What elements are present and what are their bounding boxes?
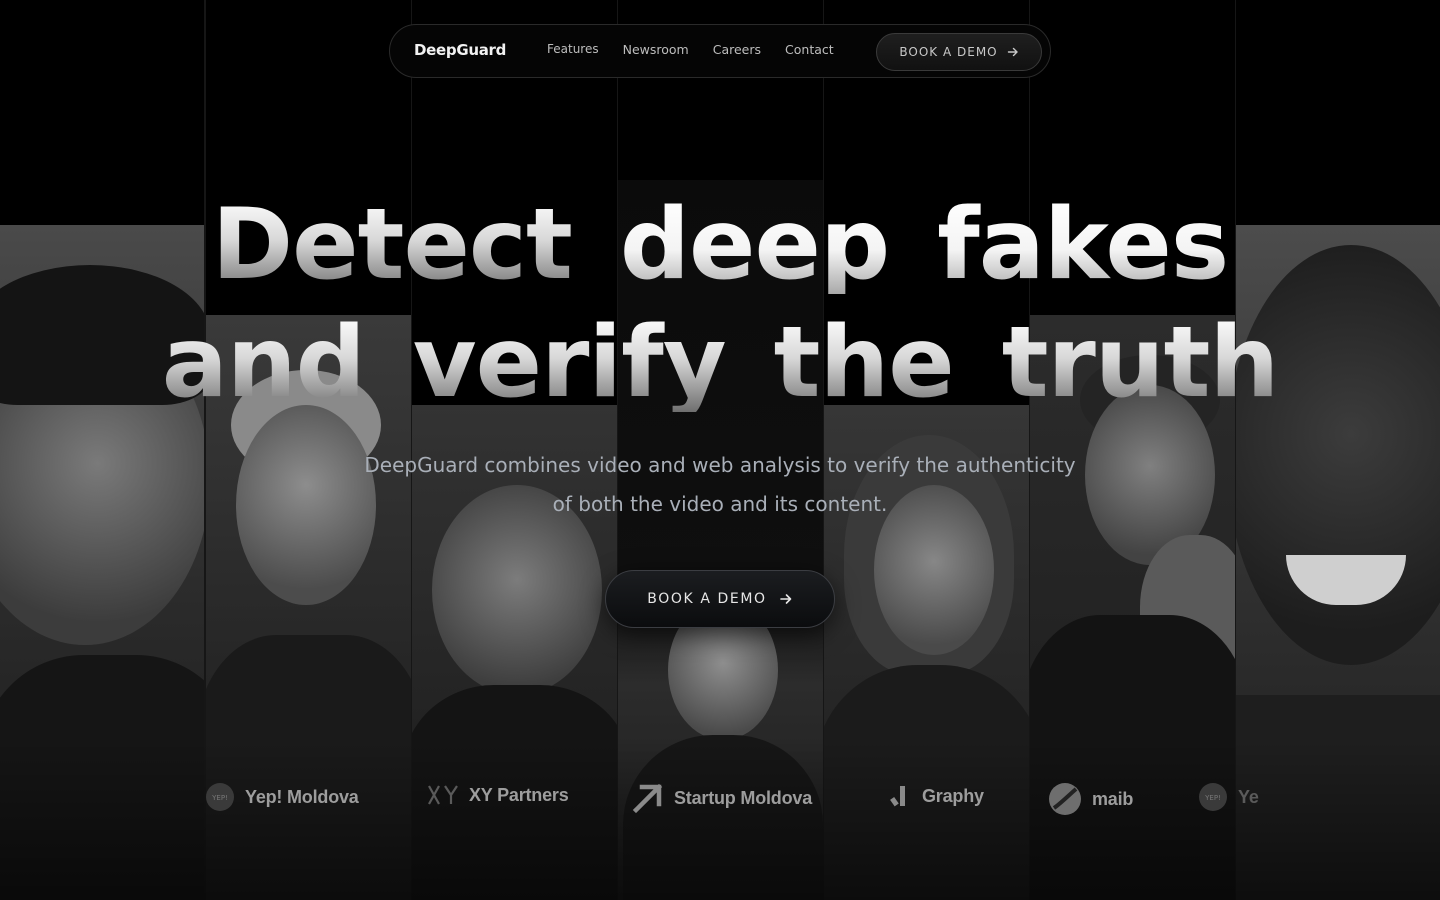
nav-book-demo-button[interactable]: BOOK A DEMO [876,33,1042,71]
partner-logo-maib: maib [1048,782,1133,816]
partner-logo-yep-moldova: YEP! Yep! Moldova [205,782,359,812]
partner-logo-yep-moldova-repeat: YEP! Ye [1198,782,1259,812]
partner-logo-xy-partners: XY Partners [427,782,569,808]
headline-word: deep [619,188,890,302]
headline-word: truth [1001,306,1280,420]
partner-name: maib [1092,788,1134,809]
hero-book-demo-label: BOOK A DEMO [647,591,767,607]
nav-links: Features Newsroom Careers Contact [547,42,858,57]
nav-link-features[interactable]: Features [547,42,599,57]
brand-logo[interactable]: DeepGuard [414,41,506,59]
hero-subtitle-line-2: of both the video and its content. [552,492,888,516]
yep-badge-icon: YEP! [205,782,235,812]
partner-name: Startup Moldova [674,787,813,808]
headline-word: the [773,306,955,420]
hero-subtitle: DeepGuard combines video and web analysi… [0,446,1440,524]
hero-headline-line-2: and verify the truth [0,314,1440,412]
nav-book-demo-label: BOOK A DEMO [899,45,998,59]
top-navbar: DeepGuard Features Newsroom Careers Cont… [389,24,1051,78]
headline-word: and [161,306,366,420]
partner-name: Yep! Moldova [245,786,359,807]
arrow-right-icon [779,592,793,606]
partner-name: Graphy [922,785,984,806]
headline-word: Detect [211,188,573,302]
headline-word: fakes [937,188,1229,302]
partner-name: XY Partners [469,784,569,805]
yep-badge-icon: YEP! [1198,782,1228,812]
headline-word: verify [412,306,727,420]
partner-logo-graphy: Graphy [888,782,984,810]
maib-disc-icon [1048,782,1082,816]
svg-text:YEP!: YEP! [211,794,228,802]
nav-link-contact[interactable]: Contact [785,42,834,57]
svg-text:YEP!: YEP! [1204,794,1221,802]
partner-name: Ye [1238,786,1259,807]
graphy-mark-icon [888,782,912,810]
xy-mark-icon [427,782,459,808]
nav-link-careers[interactable]: Careers [713,42,761,57]
partner-logo-startup-moldova: Startup Moldova [632,782,812,814]
nav-link-newsroom[interactable]: Newsroom [623,42,689,57]
hero-headline-line-1: Detect deep fakes [0,196,1440,294]
arrow-right-icon [1007,46,1019,58]
hero-subtitle-line-1: DeepGuard combines video and web analysi… [364,453,1076,477]
hero-book-demo-button[interactable]: BOOK A DEMO [605,570,835,628]
bottom-fade-overlay [0,740,1440,900]
diagonal-arrow-icon [632,782,664,814]
partner-logos: YEP! Yep! Moldova XY Partners Startup Mo… [0,778,1440,818]
